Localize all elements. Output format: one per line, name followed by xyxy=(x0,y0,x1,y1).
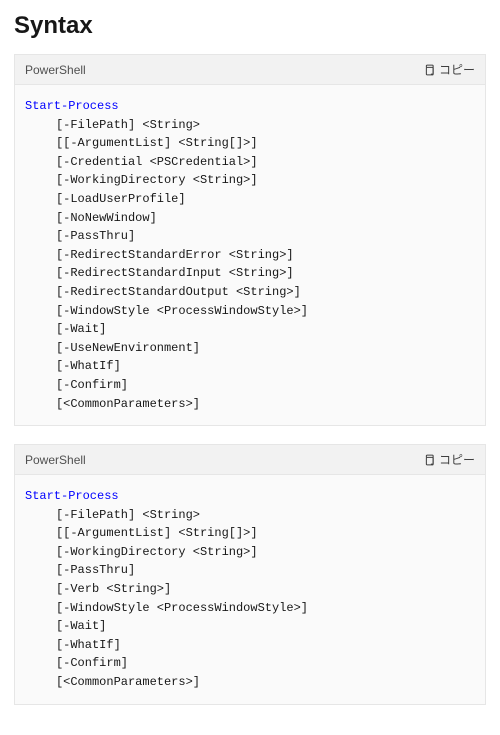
parameter-line: [-WindowStyle <ProcessWindowStyle>] xyxy=(25,302,475,321)
cmdlet-name: Start-Process xyxy=(25,99,119,113)
copy-icon xyxy=(423,454,435,466)
parameter-line: [<CommonParameters>] xyxy=(25,395,475,414)
code-block: PowerShell コピー Start-Process [-FilePath] <… xyxy=(14,54,486,426)
parameter-line: [-UseNewEnvironment] xyxy=(25,339,475,358)
language-label: PowerShell xyxy=(25,453,86,467)
parameter-line: [-RedirectStandardInput <String>] xyxy=(25,264,475,283)
cmdlet-name: Start-Process xyxy=(25,489,119,503)
code-header: PowerShell コピー xyxy=(15,55,485,85)
parameter-line: [<CommonParameters>] xyxy=(25,673,475,692)
parameter-line: [-Confirm] xyxy=(25,376,475,395)
copy-label: コピー xyxy=(439,61,475,78)
parameter-line: [-Confirm] xyxy=(25,654,475,673)
parameter-line: [-FilePath] <String> xyxy=(25,116,475,135)
parameter-line: [-WorkingDirectory <String>] xyxy=(25,543,475,562)
parameter-line: [-RedirectStandardOutput <String>] xyxy=(25,283,475,302)
section-heading: Syntax xyxy=(14,12,486,40)
code-blocks-container: PowerShell コピー Start-Process [-FilePath] <… xyxy=(14,54,486,705)
parameter-line: [[-ArgumentList] <String[]>] xyxy=(25,524,475,543)
parameter-line: [-LoadUserProfile] xyxy=(25,190,475,209)
parameter-line: [-Credential <PSCredential>] xyxy=(25,153,475,172)
code-block: PowerShell コピー Start-Process [-FilePath] <… xyxy=(14,444,486,705)
parameter-line: [-FilePath] <String> xyxy=(25,506,475,525)
parameter-line: [-WhatIf] xyxy=(25,636,475,655)
language-label: PowerShell xyxy=(25,63,86,77)
code-body: Start-Process [-FilePath] <String>[[-Arg… xyxy=(15,85,485,425)
parameter-line: [-PassThru] xyxy=(25,561,475,580)
parameter-line: [-WindowStyle <ProcessWindowStyle>] xyxy=(25,599,475,618)
copy-button[interactable]: コピー xyxy=(423,451,475,468)
code-body: Start-Process [-FilePath] <String>[[-Arg… xyxy=(15,475,485,704)
parameter-line: [-Wait] xyxy=(25,320,475,339)
parameter-line: [-NoNewWindow] xyxy=(25,209,475,228)
parameter-line: [-WhatIf] xyxy=(25,357,475,376)
copy-label: コピー xyxy=(439,451,475,468)
parameter-line: [-Verb <String>] xyxy=(25,580,475,599)
code-header: PowerShell コピー xyxy=(15,445,485,475)
copy-button[interactable]: コピー xyxy=(423,61,475,78)
copy-icon xyxy=(423,64,435,76)
parameter-line: [-RedirectStandardError <String>] xyxy=(25,246,475,265)
parameter-line: [-PassThru] xyxy=(25,227,475,246)
parameter-line: [-WorkingDirectory <String>] xyxy=(25,171,475,190)
parameter-line: [[-ArgumentList] <String[]>] xyxy=(25,134,475,153)
parameter-line: [-Wait] xyxy=(25,617,475,636)
